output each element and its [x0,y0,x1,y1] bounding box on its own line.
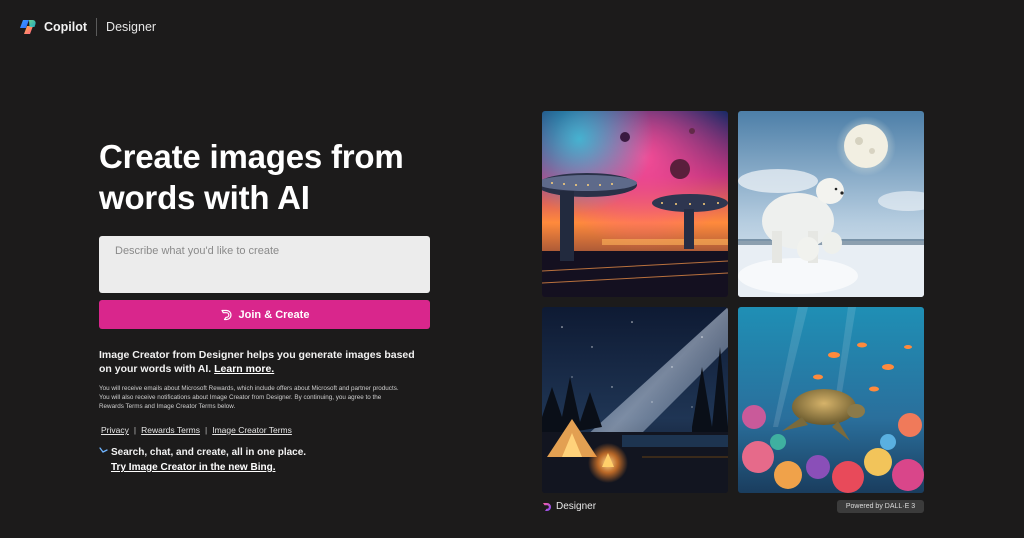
prompt-input[interactable] [115,245,414,284]
designer-logo-icon [543,502,551,511]
privacy-link[interactable]: Privacy [101,425,129,435]
example-gallery [542,111,924,494]
image-creator-terms-link[interactable]: Image Creator Terms [212,425,292,435]
prompt-box[interactable] [99,236,430,293]
powered-by-badge: Powered by DALL·E 3 [837,500,924,513]
link-separator: | [204,425,208,435]
bing-promo-text: Search, chat, and create, all in one pla… [111,447,307,458]
designer-create-icon [220,309,232,320]
brand-divider [96,18,98,36]
page-title: Create images from words with AI [99,138,404,216]
fine-print: You will receive emails about Microsoft … [99,385,399,410]
gallery-image-campfire[interactable] [542,307,728,493]
designer-label: Designer [556,501,597,512]
sea-turtle-image [738,307,924,493]
gallery-image-polar-bears[interactable] [738,111,924,297]
gallery-image-sea-turtle[interactable] [738,307,924,493]
brand-name: Copilot [44,20,88,34]
try-in-bing-link[interactable]: Try Image Creator in the new Bing. [111,460,306,475]
polar-bears-image [738,111,924,297]
learn-more-link[interactable]: Learn more. [214,363,274,375]
product-name: Designer [106,20,157,34]
sparkle-icon [99,447,108,453]
link-separator: | [133,425,137,435]
join-and-create-label: Join & Create [238,308,310,321]
campfire-image [542,307,728,493]
info-text: Image Creator from Designer helps you ge… [99,348,429,376]
scifi-city-image [542,111,728,297]
brand[interactable]: Copilot Designer [19,18,156,36]
bing-promo: Search, chat, and create, all in one pla… [99,445,431,475]
designer-mark: Designer [542,501,596,512]
top-bar: Copilot Designer [0,0,1024,56]
legal-links: Privacy | Rewards Terms | Image Creator … [99,425,431,435]
gallery-image-scifi-city[interactable] [542,111,728,297]
join-and-create-button[interactable]: Join & Create [99,300,430,329]
copilot-logo-icon [20,20,36,34]
rewards-terms-link[interactable]: Rewards Terms [141,425,200,435]
hero-panel: Create images from words with AI Join & … [99,136,431,475]
